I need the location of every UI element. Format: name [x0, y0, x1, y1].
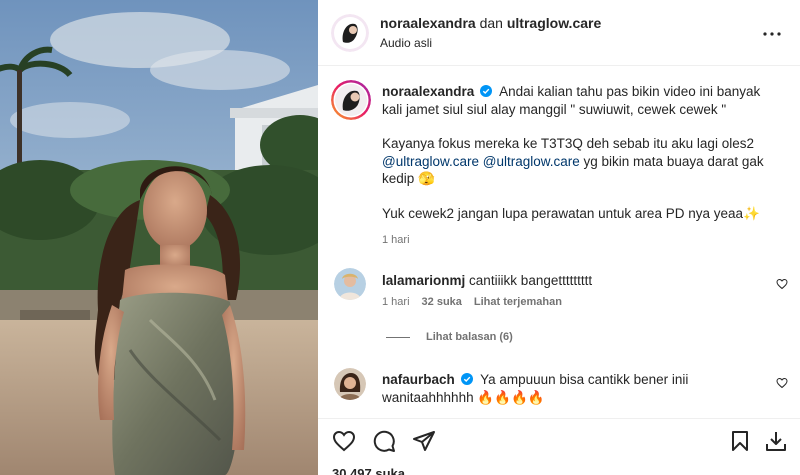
bookmark-icon[interactable]	[728, 429, 752, 453]
caption-avatar[interactable]	[331, 80, 371, 120]
comment-2-heart-icon[interactable]	[776, 377, 788, 389]
post-photo	[0, 0, 318, 475]
caption-text-4: Yuk cewek2 jangan lupa perawatan untuk a…	[382, 205, 760, 221]
caption-mention-2[interactable]: @ultraglow.care	[483, 154, 580, 169]
comment-1-meta: 1 hari 32 suka Lihat terjemahan	[382, 296, 562, 308]
comment-avatar[interactable]	[334, 268, 366, 300]
post-header: noraalexandra dan ultraglow.care Audio a…	[318, 0, 800, 66]
action-bar	[318, 418, 800, 462]
author-avatar[interactable]	[331, 14, 369, 52]
header-author[interactable]: noraalexandra	[380, 15, 476, 31]
verified-icon	[480, 85, 493, 97]
caption-paragraph-3: Yuk cewek2 jangan lupa perawatan untuk a…	[382, 205, 782, 223]
heart-icon[interactable]	[332, 429, 356, 453]
comment-avatar-image	[334, 368, 366, 400]
replies-divider	[386, 336, 410, 338]
view-replies-label: Lihat balasan (6)	[426, 331, 513, 343]
comment-avatar[interactable]	[334, 368, 366, 400]
comment-1-username[interactable]: lalamarionmj	[382, 273, 465, 288]
comment-2: nafaurbach Ya ampuuun bisa cantikk bener…	[382, 371, 742, 407]
comment-1: lalamarionmj cantiiikk bangettttttttt	[382, 272, 742, 290]
comment-1-time[interactable]: 1 hari	[382, 296, 410, 308]
header-connector: dan	[479, 15, 503, 31]
comment-1-text: cantiiikk bangettttttttt	[469, 273, 593, 288]
caption-time[interactable]: 1 hari	[382, 234, 410, 246]
caption-paragraph-1: noraalexandra Andai kalian tahu pas biki…	[382, 83, 782, 118]
header-usernames: noraalexandra dan ultraglow.care	[380, 15, 601, 31]
post-panel: noraalexandra dan ultraglow.care Audio a…	[318, 0, 800, 475]
more-icon[interactable]	[760, 22, 784, 46]
comment-1-likes[interactable]: 32 suka	[422, 296, 462, 308]
caption-avatar-image	[331, 80, 371, 120]
post-caption: noraalexandra Andai kalian tahu pas biki…	[382, 83, 782, 239]
likes-count[interactable]: 30.497 suka	[332, 466, 405, 475]
comment-1-heart-icon[interactable]	[776, 278, 788, 290]
caption-paragraph-2: Kayanya fokus mereka ke T3T3Q deh sebab …	[382, 135, 782, 188]
caption-mention-1[interactable]: @ultraglow.care	[382, 154, 479, 169]
comment-1-translate[interactable]: Lihat terjemahan	[474, 296, 562, 308]
header-collaborator[interactable]: ultraglow.care	[507, 15, 601, 31]
author-avatar-image	[331, 14, 369, 52]
audio-label[interactable]: Audio asli	[380, 36, 432, 50]
verified-icon	[460, 373, 473, 385]
share-icon[interactable]	[412, 429, 436, 453]
view-replies[interactable]: Lihat balasan (6)	[386, 331, 513, 343]
post-media[interactable]	[0, 0, 318, 475]
comment-2-username[interactable]: nafaurbach	[382, 372, 455, 387]
comment-icon[interactable]	[372, 429, 396, 453]
caption-text-2: Kayanya fokus mereka ke T3T3Q deh sebab …	[382, 136, 754, 151]
comment-avatar-image	[334, 268, 366, 300]
caption-username[interactable]: noraalexandra	[382, 84, 474, 99]
download-icon[interactable]	[764, 429, 788, 453]
